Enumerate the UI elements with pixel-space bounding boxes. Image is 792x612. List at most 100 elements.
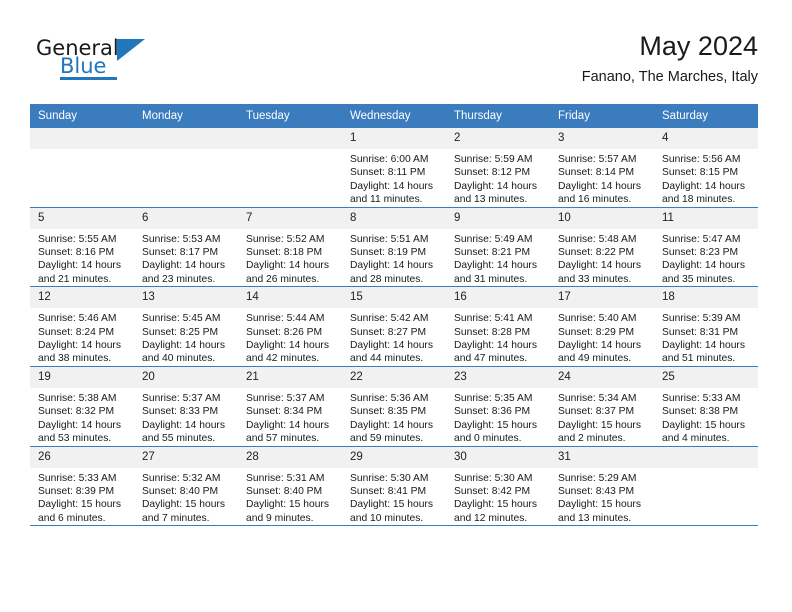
day-details: Sunrise: 5:32 AM Sunset: 8:40 PM Daylight:… [134, 468, 238, 526]
calendar-day-cell[interactable]: 3 Sunrise: 5:57 AM Sunset: 8:14 PM Daylight… [550, 128, 654, 208]
calendar-week-row: 1 Sunrise: 6:00 AM Sunset: 8:11 PM Daylight… [30, 128, 758, 208]
calendar-day-cell[interactable]: 4 Sunrise: 5:56 AM Sunset: 8:15 PM Daylight… [654, 128, 758, 208]
day-number: 15 [342, 287, 446, 309]
calendar-day-cell[interactable]: 23 Sunrise: 5:35 AM Sunset: 8:36 PM Dayligh… [446, 366, 550, 447]
daylight-duration-line2: and 31 minutes. [454, 273, 528, 285]
daylight-duration-line2: and 0 minutes. [454, 433, 522, 445]
day-number: 5 [30, 207, 134, 229]
day-number: 1 [342, 128, 446, 149]
sunrise-time: Sunrise: 5:53 AM [142, 233, 221, 245]
day-number: 19 [30, 366, 134, 388]
calendar-day-cell[interactable]: 6 Sunrise: 5:53 AM Sunset: 8:17 PM Daylight… [134, 207, 238, 288]
calendar-day-cell[interactable]: 19 Sunrise: 5:38 AM Sunset: 8:32 PM Dayligh… [30, 366, 134, 447]
daylight-duration-line2: and 6 minutes. [38, 512, 106, 524]
daylight-duration-line2: and 35 minutes. [662, 273, 736, 285]
sunrise-time: Sunrise: 5:32 AM [142, 472, 221, 484]
daylight-duration-line1: Daylight: 14 hours [142, 260, 225, 272]
calendar-day-cell[interactable]: 16 Sunrise: 5:41 AM Sunset: 8:28 PM Dayligh… [446, 286, 550, 367]
day-details: Sunrise: 5:36 AM Sunset: 8:35 PM Daylight:… [342, 388, 446, 446]
sunrise-time: Sunrise: 5:49 AM [454, 233, 533, 245]
daylight-duration-line2: and 2 minutes. [558, 433, 626, 445]
daylight-duration-line2: and 4 minutes. [662, 433, 730, 445]
calendar-day-cell-empty [654, 446, 758, 527]
sunset-time: Sunset: 8:36 PM [454, 406, 531, 418]
weekday-header-sunday: Sunday [30, 104, 134, 128]
daylight-duration-line2: and 33 minutes. [558, 273, 632, 285]
day-details: Sunrise: 5:52 AM Sunset: 8:18 PM Daylight:… [238, 229, 342, 287]
sunset-time: Sunset: 8:32 PM [38, 406, 115, 418]
daylight-duration-line1: Daylight: 14 hours [662, 340, 745, 352]
daylight-duration-line1: Daylight: 14 hours [246, 419, 329, 431]
day-number: 14 [238, 287, 342, 309]
calendar-week-row: 26 Sunrise: 5:33 AM Sunset: 8:39 PM Dayligh… [30, 446, 758, 527]
calendar-day-cell[interactable]: 5 Sunrise: 5:55 AM Sunset: 8:16 PM Daylight… [30, 207, 134, 288]
sunrise-time: Sunrise: 5:48 AM [558, 233, 637, 245]
calendar-day-cell-empty [30, 128, 134, 208]
calendar-day-cell[interactable]: 2 Sunrise: 5:59 AM Sunset: 8:12 PM Daylight… [446, 128, 550, 208]
sunrise-time: Sunrise: 5:29 AM [558, 472, 637, 484]
day-details: Sunrise: 5:47 AM Sunset: 8:23 PM Daylight:… [654, 229, 758, 287]
calendar-day-cell[interactable]: 15 Sunrise: 5:42 AM Sunset: 8:27 PM Dayligh… [342, 286, 446, 367]
calendar-day-cell[interactable]: 26 Sunrise: 5:33 AM Sunset: 8:39 PM Dayligh… [30, 446, 134, 527]
calendar-day-cell[interactable]: 30 Sunrise: 5:30 AM Sunset: 8:42 PM Dayligh… [446, 446, 550, 527]
page-header: General Blue May 2024 Fanano, The Marche… [0, 0, 792, 96]
calendar-day-cell[interactable]: 27 Sunrise: 5:32 AM Sunset: 8:40 PM Dayligh… [134, 446, 238, 527]
calendar-day-cell[interactable]: 29 Sunrise: 5:30 AM Sunset: 8:41 PM Dayligh… [342, 446, 446, 527]
daylight-duration-line2: and 21 minutes. [38, 273, 112, 285]
day-number: 10 [550, 207, 654, 229]
calendar-day-cell[interactable]: 8 Sunrise: 5:51 AM Sunset: 8:19 PM Daylight… [342, 207, 446, 288]
calendar-day-cell[interactable]: 18 Sunrise: 5:39 AM Sunset: 8:31 PM Dayligh… [654, 286, 758, 367]
daylight-duration-line2: and 59 minutes. [350, 433, 424, 445]
day-details: Sunrise: 5:33 AM Sunset: 8:38 PM Daylight:… [654, 388, 758, 446]
calendar-header-row: Sunday Monday Tuesday Wednesday Thursday… [30, 104, 758, 128]
sunrise-time: Sunrise: 5:33 AM [662, 392, 741, 404]
calendar-day-cell[interactable]: 31 Sunrise: 5:29 AM Sunset: 8:43 PM Dayligh… [550, 446, 654, 527]
day-number: 2 [446, 128, 550, 149]
day-details: Sunrise: 5:37 AM Sunset: 8:34 PM Daylight:… [238, 388, 342, 446]
calendar-day-cell[interactable]: 20 Sunrise: 5:37 AM Sunset: 8:33 PM Dayligh… [134, 366, 238, 447]
sunrise-time: Sunrise: 5:31 AM [246, 472, 325, 484]
daylight-duration-line2: and 57 minutes. [246, 433, 320, 445]
calendar-day-cell[interactable]: 12 Sunrise: 5:46 AM Sunset: 8:24 PM Dayligh… [30, 286, 134, 367]
sunrise-time: Sunrise: 5:47 AM [662, 233, 741, 245]
calendar-day-cell[interactable]: 11 Sunrise: 5:47 AM Sunset: 8:23 PM Dayligh… [654, 207, 758, 288]
daylight-duration-line2: and 49 minutes. [558, 353, 632, 365]
general-blue-logo[interactable]: General Blue [36, 36, 216, 88]
calendar-day-cell[interactable]: 28 Sunrise: 5:31 AM Sunset: 8:40 PM Dayligh… [238, 446, 342, 527]
daylight-duration-line1: Daylight: 14 hours [454, 180, 537, 192]
calendar-day-cell[interactable]: 1 Sunrise: 6:00 AM Sunset: 8:11 PM Daylight… [342, 128, 446, 208]
sunrise-time: Sunrise: 5:52 AM [246, 233, 325, 245]
sunset-time: Sunset: 8:35 PM [350, 406, 427, 418]
daylight-duration-line2: and 40 minutes. [142, 353, 216, 365]
calendar-body: 1 Sunrise: 6:00 AM Sunset: 8:11 PM Daylight… [30, 128, 758, 527]
calendar-day-cell[interactable]: 9 Sunrise: 5:49 AM Sunset: 8:21 PM Daylight… [446, 207, 550, 288]
sunrise-time: Sunrise: 5:42 AM [350, 313, 429, 325]
calendar-day-cell[interactable]: 17 Sunrise: 5:40 AM Sunset: 8:29 PM Dayligh… [550, 286, 654, 367]
calendar-day-cell[interactable]: 10 Sunrise: 5:48 AM Sunset: 8:22 PM Dayligh… [550, 207, 654, 288]
calendar-day-cell[interactable]: 7 Sunrise: 5:52 AM Sunset: 8:18 PM Daylight… [238, 207, 342, 288]
day-details: Sunrise: 5:56 AM Sunset: 8:15 PM Daylight:… [654, 149, 758, 207]
day-number [30, 128, 134, 149]
sunset-time: Sunset: 8:33 PM [142, 406, 219, 418]
calendar-day-cell[interactable]: 22 Sunrise: 5:36 AM Sunset: 8:35 PM Dayligh… [342, 366, 446, 447]
calendar-day-cell[interactable]: 13 Sunrise: 5:45 AM Sunset: 8:25 PM Dayligh… [134, 286, 238, 367]
daylight-duration-line1: Daylight: 14 hours [350, 340, 433, 352]
weekday-header-friday: Friday [550, 104, 654, 128]
daylight-duration-line1: Daylight: 14 hours [142, 419, 225, 431]
day-number: 24 [550, 366, 654, 388]
sunset-time: Sunset: 8:26 PM [246, 326, 323, 338]
calendar-day-cell[interactable]: 24 Sunrise: 5:34 AM Sunset: 8:37 PM Dayligh… [550, 366, 654, 447]
day-number: 30 [446, 446, 550, 468]
calendar-day-cell[interactable]: 25 Sunrise: 5:33 AM Sunset: 8:38 PM Dayligh… [654, 366, 758, 447]
day-details: Sunrise: 5:44 AM Sunset: 8:26 PM Daylight:… [238, 308, 342, 366]
day-details: Sunrise: 5:34 AM Sunset: 8:37 PM Daylight:… [550, 388, 654, 446]
sunset-time: Sunset: 8:19 PM [350, 247, 427, 259]
daylight-duration-line2: and 13 minutes. [558, 512, 632, 524]
day-details: Sunrise: 5:33 AM Sunset: 8:39 PM Daylight:… [30, 468, 134, 526]
calendar-day-cell[interactable]: 21 Sunrise: 5:37 AM Sunset: 8:34 PM Dayligh… [238, 366, 342, 447]
calendar-day-cell[interactable]: 14 Sunrise: 5:44 AM Sunset: 8:26 PM Dayligh… [238, 286, 342, 367]
sunrise-time: Sunrise: 5:39 AM [662, 313, 741, 325]
daylight-duration-line1: Daylight: 15 hours [662, 419, 745, 431]
day-number: 17 [550, 287, 654, 309]
daylight-duration-line2: and 13 minutes. [454, 194, 528, 206]
